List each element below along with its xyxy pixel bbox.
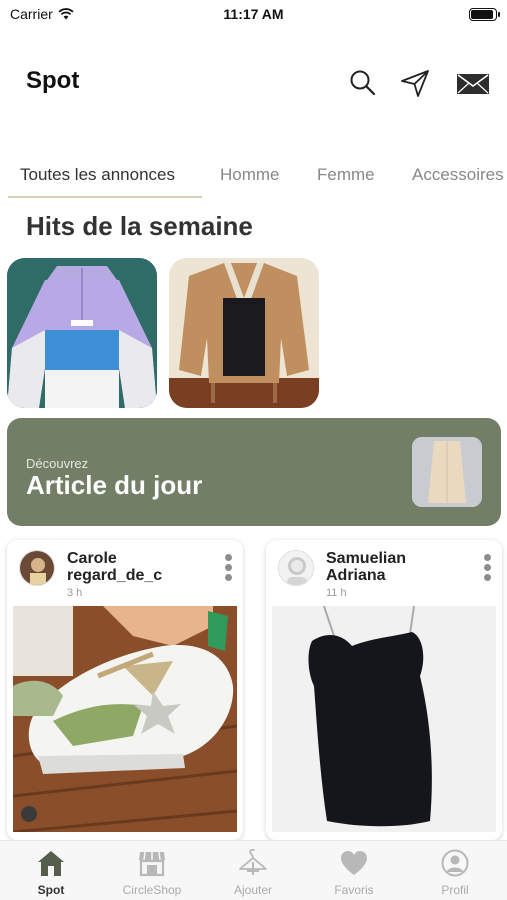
post-time: 11 h bbox=[326, 587, 347, 599]
shop-icon bbox=[139, 851, 165, 877]
tab-femme[interactable]: Femme bbox=[317, 165, 375, 185]
banner-skirt-image bbox=[412, 437, 482, 507]
post-username[interactable]: Samuelian Adriana bbox=[326, 550, 456, 584]
active-tab-indicator bbox=[8, 196, 202, 198]
battery-level bbox=[471, 10, 493, 19]
banner-subtitle: Découvrez bbox=[26, 456, 89, 471]
avatar[interactable] bbox=[19, 550, 55, 586]
tab-toutes-les-annonces[interactable]: Toutes les annonces bbox=[20, 165, 175, 185]
home-icon bbox=[38, 851, 64, 876]
mail-icon[interactable] bbox=[456, 68, 490, 98]
post-image[interactable] bbox=[13, 606, 237, 832]
banner-thumbnail bbox=[412, 437, 482, 507]
post-card[interactable]: Samuelian Adriana 11 h bbox=[266, 540, 502, 840]
page-title: Spot bbox=[26, 67, 80, 94]
nav-item-ajouter[interactable]: Ajouter bbox=[203, 849, 303, 897]
tab-homme[interactable]: Homme bbox=[220, 165, 280, 185]
banner-title: Article du jour bbox=[26, 470, 203, 500]
post-card[interactable]: Carole regard_de_c 3 h bbox=[7, 540, 243, 840]
post-time: 3 h bbox=[67, 587, 83, 599]
nav-item-profil[interactable]: Profil bbox=[405, 849, 505, 897]
post-image[interactable] bbox=[272, 606, 496, 832]
hit-item-blazer[interactable] bbox=[169, 258, 319, 408]
app-header: Spot bbox=[0, 55, 507, 110]
nav-label-circleshop: CircleShop bbox=[122, 883, 182, 897]
nav-label-spot: Spot bbox=[37, 883, 65, 897]
nav-item-spot[interactable]: Spot bbox=[1, 849, 101, 897]
battery-icon bbox=[469, 8, 500, 21]
section-title-hits: Hits de la semaine bbox=[26, 211, 253, 241]
tab-accessoires[interactable]: Accessoires bbox=[412, 165, 504, 185]
avatar[interactable] bbox=[278, 550, 314, 586]
status-time: 11:17 AM bbox=[223, 6, 284, 22]
hit-blazer-image bbox=[169, 258, 319, 408]
category-tabs: Toutes les annonces Homme Femme Accessoi… bbox=[0, 160, 507, 200]
more-options-icon[interactable] bbox=[223, 554, 233, 584]
send-icon[interactable] bbox=[400, 68, 430, 98]
status-bar: Carrier 11:17 AM bbox=[0, 0, 507, 30]
hit-item-jacket[interactable] bbox=[7, 258, 157, 408]
hit-jacket-image bbox=[7, 258, 157, 408]
hanger-add-icon bbox=[239, 849, 267, 875]
nav-label-ajouter: Ajouter bbox=[233, 883, 273, 897]
heart-icon bbox=[341, 851, 367, 875]
profile-icon bbox=[441, 849, 469, 877]
nav-item-favoris[interactable]: Favoris bbox=[304, 849, 404, 897]
article-du-jour-banner[interactable]: Découvrez Article du jour bbox=[7, 418, 501, 526]
nav-label-profil: Profil bbox=[441, 883, 469, 897]
post-username[interactable]: Carole regard_de_c bbox=[67, 550, 197, 584]
bottom-navigation: Spot CircleShop Ajouter Favoris Profil bbox=[0, 840, 507, 900]
nav-item-circleshop[interactable]: CircleShop bbox=[102, 849, 202, 897]
search-icon[interactable] bbox=[348, 68, 378, 98]
more-options-icon[interactable] bbox=[482, 554, 492, 584]
nav-label-favoris: Favoris bbox=[334, 883, 374, 897]
user-badge-icon bbox=[21, 806, 37, 822]
